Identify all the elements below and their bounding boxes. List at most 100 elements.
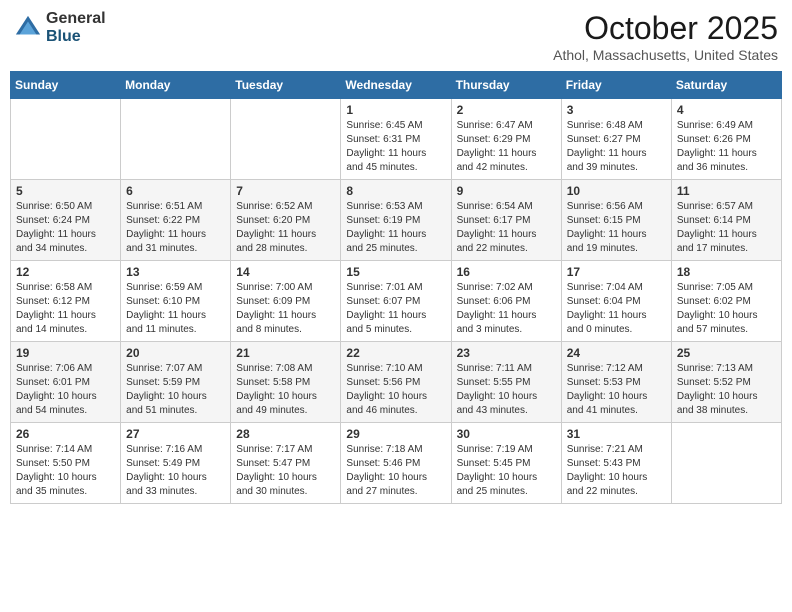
day-number: 1 [346,103,445,117]
logo-blue-text: Blue [46,28,106,46]
day-info: Sunrise: 7:06 AM Sunset: 6:01 PM Dayligh… [16,362,115,418]
day-info: Sunrise: 7:07 AM Sunset: 5:59 PM Dayligh… [126,362,225,418]
calendar-cell [121,99,231,180]
weekday-header-wednesday: Wednesday [341,72,451,99]
day-number: 30 [457,427,556,441]
day-number: 3 [567,103,666,117]
day-number: 16 [457,265,556,279]
day-info: Sunrise: 6:54 AM Sunset: 6:17 PM Dayligh… [457,200,556,256]
day-info: Sunrise: 7:08 AM Sunset: 5:58 PM Dayligh… [236,362,335,418]
calendar-table: SundayMondayTuesdayWednesdayThursdayFrid… [10,71,782,504]
logo: General Blue [14,10,106,45]
logo-general-text: General [46,10,106,28]
calendar-cell: 1 Sunrise: 6:45 AM Sunset: 6:31 PM Daylig… [341,99,451,180]
day-info: Sunrise: 7:12 AM Sunset: 5:53 PM Dayligh… [567,362,666,418]
day-info: Sunrise: 6:57 AM Sunset: 6:14 PM Dayligh… [677,200,776,256]
day-info: Sunrise: 7:10 AM Sunset: 5:56 PM Dayligh… [346,362,445,418]
day-number: 15 [346,265,445,279]
weekday-header-friday: Friday [561,72,671,99]
day-info: Sunrise: 7:18 AM Sunset: 5:46 PM Dayligh… [346,443,445,499]
day-number: 20 [126,346,225,360]
day-number: 29 [346,427,445,441]
calendar-cell: 2 Sunrise: 6:47 AM Sunset: 6:29 PM Daylig… [451,99,561,180]
calendar-cell: 24 Sunrise: 7:12 AM Sunset: 5:53 PM Dayli… [561,342,671,423]
title-block: October 2025 Athol, Massachusetts, Unite… [553,10,778,63]
day-number: 8 [346,184,445,198]
week-row-2: 5 Sunrise: 6:50 AM Sunset: 6:24 PM Daylig… [11,180,782,261]
calendar-cell: 30 Sunrise: 7:19 AM Sunset: 5:45 PM Dayli… [451,423,561,504]
calendar-cell [231,99,341,180]
day-number: 25 [677,346,776,360]
day-number: 26 [16,427,115,441]
day-number: 5 [16,184,115,198]
day-info: Sunrise: 6:58 AM Sunset: 6:12 PM Dayligh… [16,281,115,337]
day-number: 2 [457,103,556,117]
calendar-cell: 17 Sunrise: 7:04 AM Sunset: 6:04 PM Dayli… [561,261,671,342]
weekday-header-tuesday: Tuesday [231,72,341,99]
week-row-5: 26 Sunrise: 7:14 AM Sunset: 5:50 PM Dayli… [11,423,782,504]
day-number: 19 [16,346,115,360]
month-title: October 2025 [553,10,778,47]
day-number: 22 [346,346,445,360]
day-number: 27 [126,427,225,441]
week-row-3: 12 Sunrise: 6:58 AM Sunset: 6:12 PM Dayli… [11,261,782,342]
calendar-cell: 10Sunrise: 6:56 AM Sunset: 6:15 PM Dayli… [561,180,671,261]
day-number: 11 [677,184,776,198]
calendar-cell: 6Sunrise: 6:51 AM Sunset: 6:22 PM Daylig… [121,180,231,261]
page-header: General Blue October 2025 Athol, Massach… [10,10,782,63]
calendar-cell: 14Sunrise: 7:00 AM Sunset: 6:09 PM Dayli… [231,261,341,342]
calendar-cell: 18Sunrise: 7:05 AM Sunset: 6:02 PM Dayli… [671,261,781,342]
day-info: Sunrise: 7:14 AM Sunset: 5:50 PM Dayligh… [16,443,115,499]
weekday-header-row: SundayMondayTuesdayWednesdayThursdayFrid… [11,72,782,99]
day-number: 31 [567,427,666,441]
logo-text: General Blue [46,10,106,45]
logo-icon [14,14,42,42]
day-info: Sunrise: 6:50 AM Sunset: 6:24 PM Dayligh… [16,200,115,256]
calendar-cell: 22 Sunrise: 7:10 AM Sunset: 5:56 PM Dayli… [341,342,451,423]
calendar-cell [11,99,121,180]
day-number: 10 [567,184,666,198]
calendar-cell: 5 Sunrise: 6:50 AM Sunset: 6:24 PM Daylig… [11,180,121,261]
day-number: 17 [567,265,666,279]
day-info: Sunrise: 6:47 AM Sunset: 6:29 PM Dayligh… [457,119,556,175]
day-number: 28 [236,427,335,441]
week-row-4: 19 Sunrise: 7:06 AM Sunset: 6:01 PM Dayli… [11,342,782,423]
day-number: 12 [16,265,115,279]
calendar-cell: 19 Sunrise: 7:06 AM Sunset: 6:01 PM Dayli… [11,342,121,423]
day-number: 24 [567,346,666,360]
weekday-header-sunday: Sunday [11,72,121,99]
day-info: Sunrise: 7:19 AM Sunset: 5:45 PM Dayligh… [457,443,556,499]
day-info: Sunrise: 7:16 AM Sunset: 5:49 PM Dayligh… [126,443,225,499]
day-info: Sunrise: 6:45 AM Sunset: 6:31 PM Dayligh… [346,119,445,175]
calendar-cell: 13 Sunrise: 6:59 AM Sunset: 6:10 PM Dayli… [121,261,231,342]
weekday-header-monday: Monday [121,72,231,99]
day-number: 7 [236,184,335,198]
calendar-cell: 21Sunrise: 7:08 AM Sunset: 5:58 PM Dayli… [231,342,341,423]
calendar-cell: 29 Sunrise: 7:18 AM Sunset: 5:46 PM Dayli… [341,423,451,504]
location-text: Athol, Massachusetts, United States [553,47,778,63]
weekday-header-saturday: Saturday [671,72,781,99]
calendar-cell: 26 Sunrise: 7:14 AM Sunset: 5:50 PM Dayli… [11,423,121,504]
day-number: 13 [126,265,225,279]
day-info: Sunrise: 6:59 AM Sunset: 6:10 PM Dayligh… [126,281,225,337]
calendar-cell: 11 Sunrise: 6:57 AM Sunset: 6:14 PM Dayli… [671,180,781,261]
week-row-1: 1 Sunrise: 6:45 AM Sunset: 6:31 PM Daylig… [11,99,782,180]
day-info: Sunrise: 7:05 AM Sunset: 6:02 PM Dayligh… [677,281,776,337]
day-info: Sunrise: 7:00 AM Sunset: 6:09 PM Dayligh… [236,281,335,337]
day-info: Sunrise: 6:52 AM Sunset: 6:20 PM Dayligh… [236,200,335,256]
day-info: Sunrise: 7:04 AM Sunset: 6:04 PM Dayligh… [567,281,666,337]
day-info: Sunrise: 6:49 AM Sunset: 6:26 PM Dayligh… [677,119,776,175]
day-info: Sunrise: 6:48 AM Sunset: 6:27 PM Dayligh… [567,119,666,175]
calendar-cell: 8Sunrise: 6:53 AM Sunset: 6:19 PM Daylig… [341,180,451,261]
calendar-cell: 31Sunrise: 7:21 AM Sunset: 5:43 PM Dayli… [561,423,671,504]
day-number: 9 [457,184,556,198]
day-number: 4 [677,103,776,117]
calendar-cell: 15Sunrise: 7:01 AM Sunset: 6:07 PM Dayli… [341,261,451,342]
day-number: 6 [126,184,225,198]
calendar-cell: 16 Sunrise: 7:02 AM Sunset: 6:06 PM Dayli… [451,261,561,342]
day-info: Sunrise: 7:17 AM Sunset: 5:47 PM Dayligh… [236,443,335,499]
calendar-cell: 12 Sunrise: 6:58 AM Sunset: 6:12 PM Dayli… [11,261,121,342]
calendar-cell: 23Sunrise: 7:11 AM Sunset: 5:55 PM Dayli… [451,342,561,423]
calendar-cell: 7 Sunrise: 6:52 AM Sunset: 6:20 PM Daylig… [231,180,341,261]
day-info: Sunrise: 7:02 AM Sunset: 6:06 PM Dayligh… [457,281,556,337]
